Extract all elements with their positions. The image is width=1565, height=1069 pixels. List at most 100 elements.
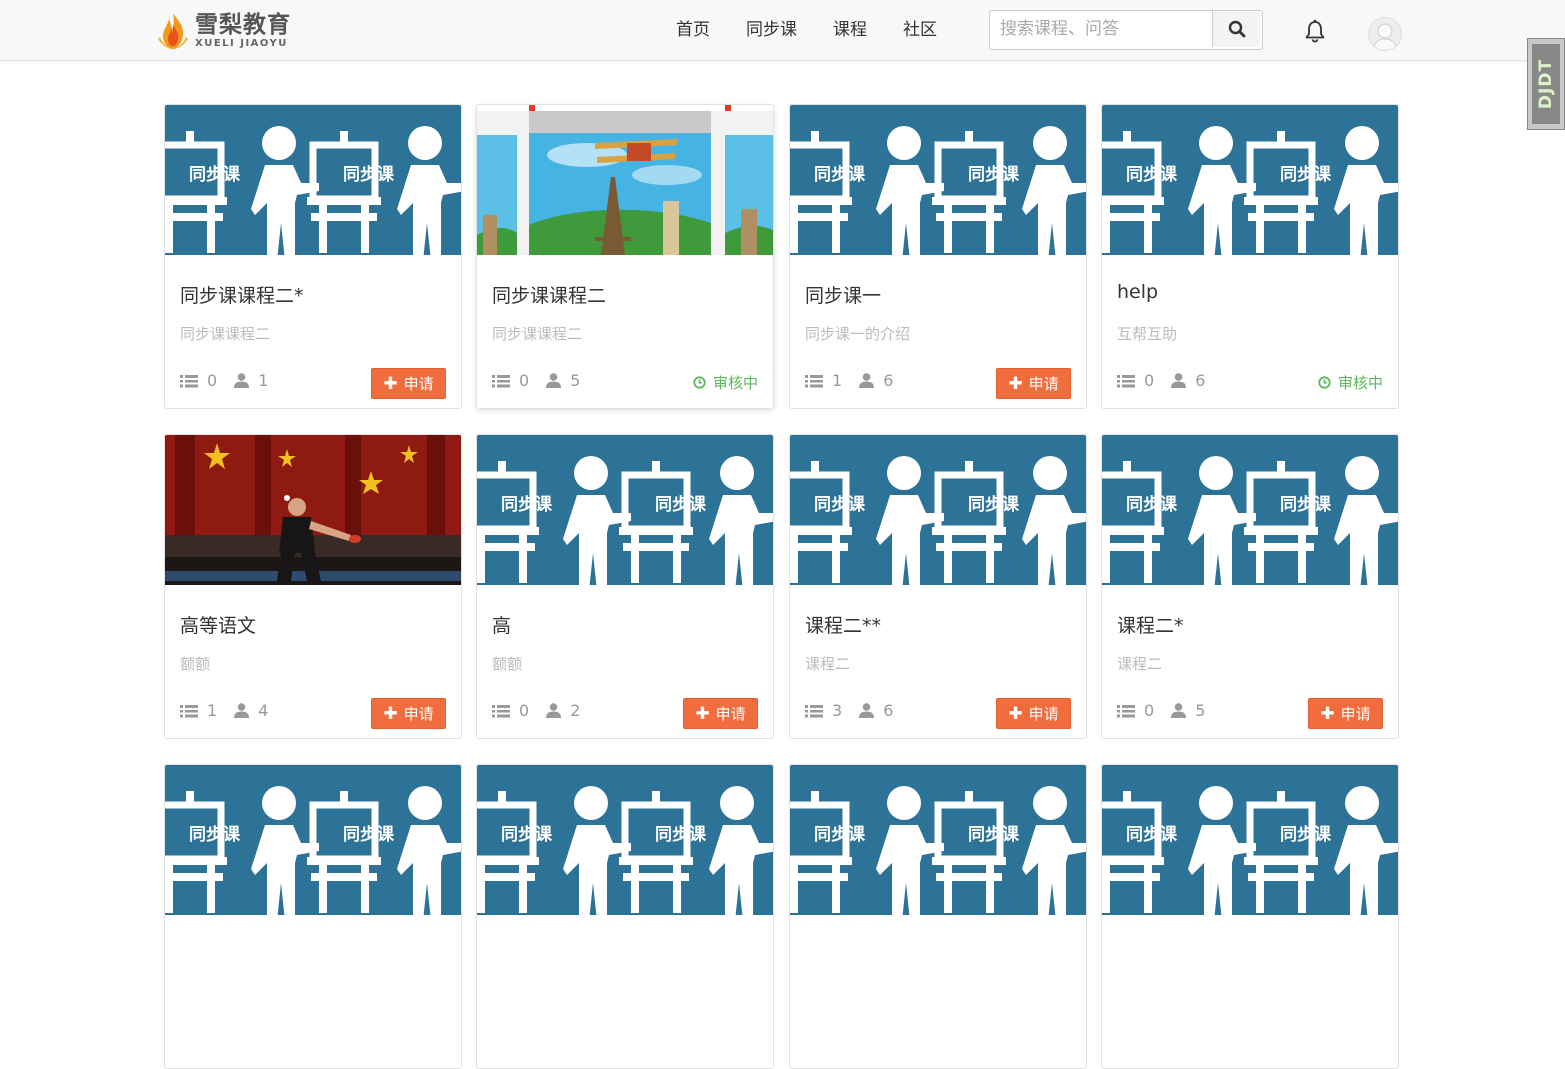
course-description: 同步课一的介绍 — [805, 325, 911, 343]
course-title[interactable]: 课程二* — [1117, 611, 1184, 638]
search-button[interactable] — [1212, 11, 1260, 47]
student-icon — [859, 373, 875, 388]
cover-label: 同步课 — [189, 824, 241, 845]
course-description: 课程二 — [1117, 655, 1163, 673]
plus-icon: ✚ — [1008, 703, 1023, 724]
nav-courses[interactable]: 课程 — [833, 18, 867, 42]
student-count: 6 — [883, 371, 894, 390]
course-description: 额额 — [180, 655, 211, 673]
nav-community[interactable]: 社区 — [903, 18, 937, 42]
course-card[interactable]: 同步课 同步课 高额额 0 2 ✚ 申请 — [476, 434, 774, 739]
course-cover-illustration: 同步课 同步课 — [165, 765, 461, 915]
cover-label: 同步课 — [655, 824, 707, 845]
lesson-count: 0 — [1144, 371, 1155, 390]
course-title[interactable]: 高 — [492, 611, 511, 638]
course-stats: 1 4 — [180, 701, 285, 720]
search-input[interactable] — [990, 11, 1212, 47]
course-card[interactable]: 同步课 同步课 课程二* 课程二 0 5 ✚ 申请 — [1101, 434, 1399, 739]
brand-logo[interactable]: 雪梨教育 XUELI JIAOYU — [156, 10, 291, 52]
student-icon — [1171, 373, 1187, 388]
course-cover[interactable]: 同步课 同步课 — [790, 435, 1086, 585]
course-title[interactable]: help — [1117, 281, 1158, 303]
cover-label: 同步课 — [1280, 494, 1332, 515]
nav-sync-course[interactable]: 同步课 — [746, 18, 797, 42]
course-cover[interactable]: 同步课 同步课 — [790, 765, 1086, 915]
status-pending: 审核中 — [693, 372, 758, 393]
top-navbar: 雪梨教育 XUELI JIAOYU 首页 同步课 课程 社区 — [0, 0, 1565, 61]
lesson-count: 0 — [1144, 701, 1155, 720]
apply-button[interactable]: ✚ 申请 — [1308, 698, 1383, 729]
student-count: 6 — [1195, 371, 1206, 390]
course-cover-illustration: 同步课 同步课 — [1102, 765, 1398, 915]
lesson-list-icon — [180, 704, 198, 717]
course-cover-illustration: 同步课 同步课 — [477, 765, 773, 915]
course-card[interactable]: 同步课 同步课 — [476, 764, 774, 1069]
lesson-list-icon — [805, 704, 823, 717]
course-title[interactable]: 同步课一 — [805, 281, 881, 308]
course-card[interactable]: 同步课 同步课 — [1101, 764, 1399, 1069]
cover-label: 同步课 — [1126, 164, 1178, 185]
plus-icon: ✚ — [1320, 703, 1335, 724]
student-count: 6 — [883, 701, 894, 720]
course-title[interactable]: 高等语文 — [180, 611, 256, 638]
user-avatar[interactable] — [1368, 17, 1402, 51]
course-cover[interactable]: 同步课 同步课 — [477, 765, 773, 915]
course-card[interactable]: 同步课 同步课 — [789, 764, 1087, 1069]
flame-logo-icon — [158, 13, 188, 49]
apply-button[interactable]: ✚ 申请 — [683, 698, 758, 729]
course-card[interactable]: 同步课 同步课 课程二** 课程二 3 6 ✚ 申请 — [789, 434, 1087, 739]
lesson-list-icon — [1117, 704, 1135, 717]
course-card[interactable]: 高等语文额额 1 4 ✚ 申请 — [164, 434, 462, 739]
debug-toolbar-toggle[interactable]: DJDT — [1527, 38, 1565, 130]
clock-icon — [1318, 376, 1331, 389]
cover-label: 同步课 — [343, 824, 395, 845]
course-cover[interactable] — [165, 435, 461, 585]
course-cover[interactable]: 同步课 同步课 — [165, 105, 461, 255]
course-stats: 1 6 — [805, 371, 910, 390]
cover-label: 同步课 — [814, 164, 866, 185]
course-cover-illustration: 同步课 同步课 — [790, 435, 1086, 585]
course-title[interactable]: 同步课课程二* — [180, 281, 304, 308]
course-cover-illustration — [477, 105, 773, 255]
notification-bell-icon[interactable] — [1304, 19, 1326, 43]
debug-toolbar-label: DJDT — [1536, 58, 1556, 110]
course-cover[interactable] — [477, 105, 773, 255]
nav-home[interactable]: 首页 — [676, 18, 710, 42]
apply-button[interactable]: ✚ 申请 — [371, 698, 446, 729]
course-cover[interactable]: 同步课 同步课 — [1102, 435, 1398, 585]
student-icon — [859, 703, 875, 718]
course-cover-illustration: 同步课 同步课 — [1102, 435, 1398, 585]
apply-button[interactable]: ✚ 申请 — [996, 368, 1071, 399]
course-stats: 0 5 — [492, 371, 597, 390]
course-card[interactable]: 同步课 同步课 同步课一同步课一的介绍 1 6 ✚ 申请 — [789, 104, 1087, 409]
course-description: 课程二 — [805, 655, 851, 673]
course-title[interactable]: 同步课课程二 — [492, 281, 606, 308]
course-cover[interactable]: 同步课 同步课 — [790, 105, 1086, 255]
course-cover[interactable]: 同步课 同步课 — [1102, 105, 1398, 255]
cover-label: 同步课 — [501, 824, 553, 845]
course-stats: 3 6 — [805, 701, 910, 720]
course-description: 互帮互助 — [1117, 325, 1178, 343]
cover-label: 同步课 — [1126, 824, 1178, 845]
course-cover[interactable]: 同步课 同步课 — [165, 765, 461, 915]
course-cover[interactable]: 同步课 同步课 — [477, 435, 773, 585]
course-card[interactable]: 同步课课程二 同步课课程二 0 5 审核中 — [476, 104, 774, 409]
cover-label: 同步课 — [189, 164, 241, 185]
course-card[interactable]: 同步课 同步课 同步课课程二* 同步课课程二 0 1 ✚ 申请 — [164, 104, 462, 409]
cover-label: 同步课 — [343, 164, 395, 185]
lesson-count: 0 — [207, 371, 218, 390]
course-card[interactable]: 同步课 同步课 help 互帮互助 0 6 审核中 — [1101, 104, 1399, 409]
lesson-list-icon — [1117, 374, 1135, 387]
student-count: 1 — [258, 371, 269, 390]
apply-label: 申请 — [1028, 375, 1059, 393]
course-cover[interactable]: 同步课 同步课 — [1102, 765, 1398, 915]
apply-label: 申请 — [1340, 705, 1371, 723]
course-cover-illustration: 同步课 同步课 — [165, 105, 461, 255]
apply-button[interactable]: ✚ 申请 — [371, 368, 446, 399]
cover-label: 同步课 — [814, 824, 866, 845]
apply-button[interactable]: ✚ 申请 — [996, 698, 1071, 729]
course-title[interactable]: 课程二** — [805, 611, 881, 638]
brand-name-cn: 雪梨教育 — [195, 12, 291, 38]
plus-icon: ✚ — [695, 703, 710, 724]
course-card[interactable]: 同步课 同步课 — [164, 764, 462, 1069]
